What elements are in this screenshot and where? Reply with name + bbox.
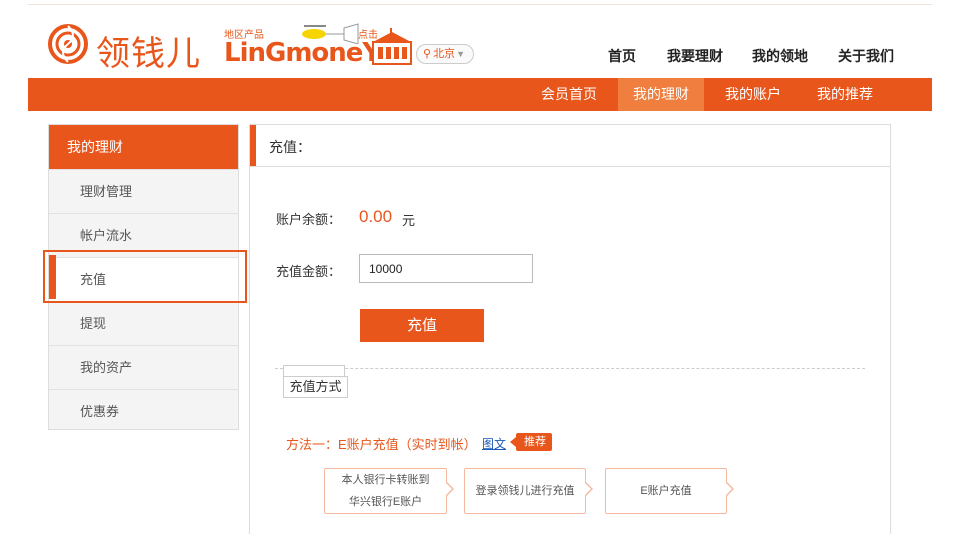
step-arrow-inner bbox=[726, 483, 732, 495]
step-arrow-inner bbox=[446, 483, 452, 495]
member-nav-my-referrals[interactable]: 我的推荐 bbox=[802, 78, 888, 111]
panel-header-accent bbox=[250, 125, 256, 166]
logo-english-text: LinGmoneY bbox=[224, 38, 381, 68]
member-nav-my-account[interactable]: 我的账户 bbox=[710, 78, 796, 111]
topnav-my-territory[interactable]: 我的领地 bbox=[752, 46, 808, 66]
method-title: 方法一：E账户充值（实时到帐） bbox=[286, 437, 477, 452]
step-login-recharge-label: 登录领钱儿进行充值 bbox=[475, 485, 575, 497]
step-bank-transfer-line2: 华兴银行E账户 bbox=[348, 496, 423, 508]
sidebar-item-withdraw[interactable]: 提现 bbox=[49, 301, 238, 345]
balance-unit: 元 bbox=[402, 213, 416, 228]
sidebar-item-coupons[interactable]: 优惠券 bbox=[49, 389, 238, 433]
location-pin-icon: ⚲ bbox=[423, 48, 432, 60]
member-nav-home[interactable]: 会员首页 bbox=[526, 78, 612, 111]
city-name: 北京 bbox=[433, 48, 456, 60]
logo-chinese-text: 领钱儿 bbox=[96, 34, 201, 74]
step-bank-transfer-line1: 本人银行卡转账到 bbox=[341, 474, 430, 486]
top-divider bbox=[28, 4, 932, 5]
topnav-home[interactable]: 首页 bbox=[608, 46, 636, 66]
panel-title: 充值： bbox=[269, 139, 311, 155]
building-icon bbox=[372, 28, 412, 65]
site-logo[interactable]: 领钱儿 地区产品 点击 LinGmoneY ⚲ 北京▼ bbox=[44, 18, 474, 74]
chevron-down-icon: ▼ bbox=[456, 49, 465, 59]
logo-swirl-icon bbox=[48, 24, 88, 64]
topnav-about-us[interactable]: 关于我们 bbox=[838, 46, 894, 66]
method-tab[interactable]: 充值方式 bbox=[283, 376, 348, 398]
sidebar-item-my-assets[interactable]: 我的资产 bbox=[49, 345, 238, 389]
active-item-marker bbox=[49, 255, 56, 299]
step-login-recharge: 登录领钱儿进行充值 bbox=[464, 468, 586, 514]
step-e-account-recharge: E账户充值 bbox=[605, 468, 727, 514]
step-arrow-inner bbox=[585, 483, 591, 495]
sidebar-title: 我的理财 bbox=[49, 125, 238, 169]
recommend-badge: 推荐 bbox=[510, 433, 552, 451]
section-divider bbox=[275, 368, 865, 369]
method-guide-link[interactable]: 图文 bbox=[482, 435, 506, 452]
balance-value: 0.00 bbox=[359, 207, 393, 226]
member-nav-my-investments[interactable]: 我的理财 bbox=[618, 78, 704, 111]
panel-header: 充值： bbox=[250, 125, 890, 167]
topnav-invest[interactable]: 我要理财 bbox=[667, 46, 723, 66]
balance-label: 账户余额： bbox=[276, 212, 342, 227]
recharge-button[interactable]: 充值 bbox=[360, 309, 484, 342]
step-e-account-recharge-label: E账户充值 bbox=[640, 485, 692, 497]
sidebar-item-investment-management[interactable]: 理财管理 bbox=[49, 169, 238, 213]
city-selector[interactable]: ⚲ 北京▼ bbox=[416, 44, 474, 64]
step-bank-transfer: 本人银行卡转账到 华兴银行E账户 bbox=[324, 468, 447, 514]
active-item-highlight bbox=[43, 250, 247, 303]
amount-label: 充值金额： bbox=[276, 264, 342, 279]
member-nav-bar: 会员首页 我的理财 我的账户 我的推荐 bbox=[28, 78, 932, 111]
amount-input[interactable] bbox=[359, 254, 533, 283]
